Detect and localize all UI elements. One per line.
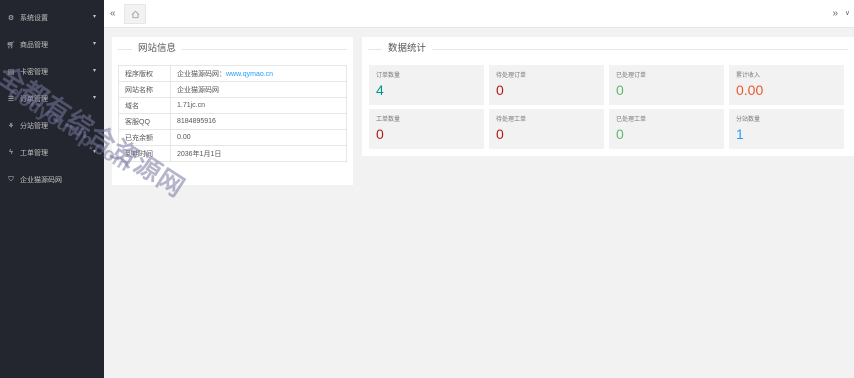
stat-label: 累计收入 bbox=[736, 73, 761, 79]
row-value: 2036年1月1日 bbox=[170, 145, 347, 162]
tab-options-button[interactable]: ∨ bbox=[845, 9, 850, 17]
stat-card-pending-orders: 待处理订单 0 bbox=[489, 65, 604, 105]
stat-card-income: 累计收入 0.00 bbox=[729, 65, 844, 105]
row-key: 网站名称 bbox=[118, 81, 171, 98]
row-key: 已充余额 bbox=[118, 129, 171, 146]
copyright-link[interactable]: www.qymao.cn bbox=[226, 71, 273, 78]
stat-card-tickets: 工单数量 0 bbox=[369, 109, 484, 149]
table-row: 程序版权 企业猫源码网：www.qymao.cn bbox=[118, 65, 347, 82]
stat-card-done-tickets: 已处理工单 0 bbox=[609, 109, 724, 149]
row-value: 企业猫源码网：www.qymao.cn bbox=[170, 65, 347, 82]
site-icon: ⚘ bbox=[7, 122, 15, 130]
sidebar-item-cards[interactable]: ▤ 卡密管理 ▾ bbox=[0, 58, 104, 85]
cart-icon: 🛒︎ bbox=[6, 41, 16, 49]
site-info-table: 程序版权 企业猫源码网：www.qymao.cn 网站名称 企业猫源码网 域名 … bbox=[118, 65, 347, 162]
row-value: 0.00 bbox=[170, 129, 347, 146]
sidebar-item-settings[interactable]: ⚙ 系统设置 ▾ bbox=[0, 4, 104, 31]
sidebar-item-label: 工单管理 bbox=[20, 149, 48, 157]
stat-value: 0 bbox=[616, 82, 624, 98]
chevron-down-icon: ▾ bbox=[92, 95, 96, 101]
stat-value: 0.00 bbox=[736, 82, 764, 98]
top-bar: « » ∨ bbox=[104, 0, 854, 28]
stat-card-pending-tickets: 待处理工单 0 bbox=[489, 109, 604, 149]
chevron-down-icon: ▾ bbox=[92, 14, 96, 20]
stat-label: 工单数量 bbox=[376, 117, 401, 123]
table-row: 到期时间 2036年1月1日 bbox=[118, 145, 347, 162]
sidebar-item-label: 卡密管理 bbox=[20, 68, 48, 76]
home-icon bbox=[131, 10, 139, 18]
order-icon: ☰ bbox=[7, 95, 15, 103]
sidebar: ⚙ 系统设置 ▾ 🛒︎ 商品管理 ▾ ▤ 卡密管理 ▾ ☰ 订单管理 ▾ ⚘ 分… bbox=[0, 0, 104, 378]
stat-value: 0 bbox=[496, 82, 504, 98]
stat-value: 0 bbox=[496, 126, 504, 142]
ticket-icon: ϟ bbox=[9, 149, 13, 156]
copyright-text: 企业猫源码网： bbox=[177, 70, 226, 78]
stat-card-orders: 订单数量 4 bbox=[369, 65, 484, 105]
stat-card-done-orders: 已处理订单 0 bbox=[609, 65, 724, 105]
table-row: 域名 1.71jc.cn bbox=[118, 97, 347, 114]
sidebar-item-orders[interactable]: ☰ 订单管理 ▾ bbox=[0, 85, 104, 112]
stats-title: 数据统计 bbox=[382, 42, 433, 56]
stat-card-substations: 分站数量 1 bbox=[729, 109, 844, 149]
sidebar-item-label: 企业猫源码网 bbox=[20, 176, 62, 184]
sidebar-item-label: 分站管理 bbox=[20, 122, 48, 130]
scroll-right-button[interactable]: » bbox=[832, 8, 838, 19]
chevron-down-icon: ▾ bbox=[92, 41, 96, 47]
stat-value: 4 bbox=[376, 82, 384, 98]
chevron-down-icon: ▾ bbox=[92, 149, 96, 155]
stat-value: 0 bbox=[376, 126, 384, 142]
sidebar-item-tickets[interactable]: ϟ 工单管理 ▾ bbox=[0, 139, 104, 166]
scroll-left-button[interactable]: « bbox=[110, 8, 116, 19]
stat-label: 待处理订单 bbox=[496, 73, 527, 79]
stat-value: 0 bbox=[616, 126, 624, 142]
sidebar-item-brand[interactable]: ⛉ 企业猫源码网 bbox=[0, 166, 104, 193]
stat-value: 1 bbox=[736, 126, 744, 142]
stat-label: 分站数量 bbox=[736, 117, 761, 123]
site-info-legend: 网站信息 bbox=[118, 42, 347, 56]
row-key: 到期时间 bbox=[118, 145, 171, 162]
chevron-down-icon: ▾ bbox=[92, 68, 96, 74]
shield-icon: ⛉ bbox=[8, 175, 14, 183]
home-tab[interactable] bbox=[124, 4, 146, 24]
table-row: 已充余额 0.00 bbox=[118, 129, 347, 146]
stat-label: 订单数量 bbox=[376, 73, 401, 79]
row-key: 程序版权 bbox=[118, 65, 171, 82]
card-icon: ▤ bbox=[7, 68, 15, 76]
stat-label: 待处理工单 bbox=[496, 117, 527, 123]
row-value: 8184895916 bbox=[170, 113, 347, 130]
sidebar-item-label: 商品管理 bbox=[20, 41, 48, 49]
table-row: 网站名称 企业猫源码网 bbox=[118, 81, 347, 98]
sidebar-item-substations[interactable]: ⚘ 分站管理 bbox=[0, 112, 104, 139]
sidebar-item-label: 订单管理 bbox=[20, 95, 48, 103]
sidebar-item-label: 系统设置 bbox=[20, 14, 48, 22]
stat-label: 已处理工单 bbox=[616, 117, 647, 123]
stats-legend: 数据统计 bbox=[368, 42, 848, 56]
site-info-panel: 网站信息 程序版权 企业猫源码网：www.qymao.cn 网站名称 企业猫源码… bbox=[112, 37, 353, 185]
table-row: 客服QQ 8184895916 bbox=[118, 113, 347, 130]
stat-label: 已处理订单 bbox=[616, 73, 647, 79]
row-value: 1.71jc.cn bbox=[170, 97, 347, 114]
row-key: 域名 bbox=[118, 97, 171, 114]
gear-icon: ⚙ bbox=[7, 14, 15, 22]
stats-grid: 订单数量 4 待处理订单 0 已处理订单 0 累计收入 0.00 工单数量 0 … bbox=[369, 65, 847, 149]
sidebar-item-products[interactable]: 🛒︎ 商品管理 ▾ bbox=[0, 31, 104, 58]
stats-panel: 数据统计 订单数量 4 待处理订单 0 已处理订单 0 累计收入 0.00 工单… bbox=[362, 37, 854, 156]
site-info-title: 网站信息 bbox=[132, 42, 183, 56]
row-value: 企业猫源码网 bbox=[170, 81, 347, 98]
row-key: 客服QQ bbox=[118, 113, 171, 130]
